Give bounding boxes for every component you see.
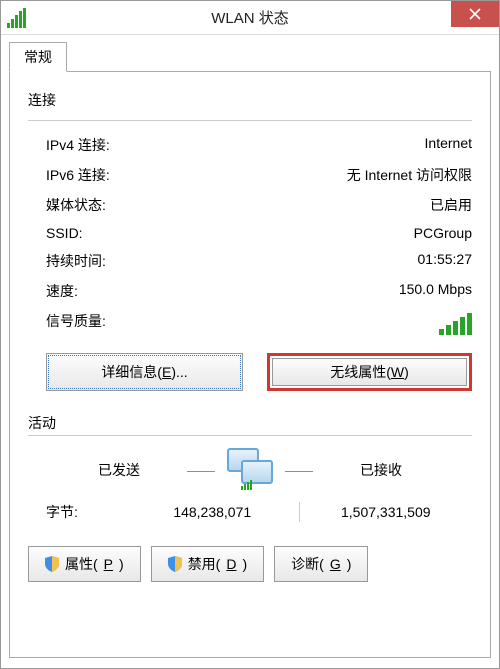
diagnose-button-key: G <box>330 556 341 572</box>
details-button-prefix: 详细信息( <box>101 362 162 382</box>
bytes-label: 字节: <box>46 502 126 522</box>
received-label: 已接收 <box>321 460 441 480</box>
row-ipv4: IPv4 连接: Internet <box>28 133 472 157</box>
wireless-button-prefix: 无线属性( <box>330 362 391 382</box>
disable-button-suffix: ) <box>242 556 247 572</box>
wireless-properties-button[interactable]: 无线属性(W) <box>272 358 467 386</box>
ipv6-label: IPv6 连接: <box>46 165 110 185</box>
sent-label: 已发送 <box>59 460 179 480</box>
diagnose-button-prefix: 诊断( <box>291 554 324 574</box>
bytes-row: 字节: 148,238,071 1,507,331,509 <box>28 498 472 526</box>
signal-label: 信号质量: <box>46 311 106 335</box>
signal-bars-icon <box>439 311 472 335</box>
tabstrip: 常规 <box>9 43 491 71</box>
disable-button[interactable]: 禁用( D) <box>151 546 264 582</box>
diagnose-button-suffix: ) <box>347 556 352 572</box>
details-button-key: E <box>162 364 171 380</box>
shield-icon <box>45 556 59 572</box>
row-signal: 信号质量: <box>28 309 472 337</box>
connection-buttons: 详细信息(E)... 无线属性(W) <box>46 353 472 391</box>
wireless-button-key: W <box>391 364 404 380</box>
media-label: 媒体状态: <box>46 195 106 215</box>
ipv6-value: 无 Internet 访问权限 <box>347 165 472 185</box>
duration-value: 01:55:27 <box>418 251 473 271</box>
activity-graphic: 已发送 —— —— 已接收 <box>28 442 472 498</box>
disable-button-key: D <box>226 556 236 572</box>
bytes-received-value: 1,507,331,509 <box>300 504 473 520</box>
divider <box>28 435 472 436</box>
properties-button-suffix: ) <box>119 556 124 572</box>
activity-section: 活动 已发送 —— —— <box>28 409 472 526</box>
properties-button-key: P <box>104 556 113 572</box>
wireless-button-suffix: ) <box>404 364 409 380</box>
highlight-box: 无线属性(W) <box>267 353 472 391</box>
network-monitors-icon <box>223 448 277 492</box>
close-button[interactable] <box>451 1 499 27</box>
speed-value: 150.0 Mbps <box>399 281 472 301</box>
details-button-suffix: )... <box>171 364 187 380</box>
tab-general[interactable]: 常规 <box>9 42 67 72</box>
ssid-value: PCGroup <box>414 225 472 241</box>
row-media: 媒体状态: 已启用 <box>28 193 472 217</box>
ipv4-value: Internet <box>425 135 472 155</box>
client-area: 常规 连接 IPv4 连接: Internet IPv6 连接: 无 Inter… <box>1 35 499 668</box>
dash-icon: —— <box>285 462 313 478</box>
connection-heading: 连接 <box>28 90 472 110</box>
wifi-icon <box>7 8 31 28</box>
divider <box>28 120 472 121</box>
bottom-buttons: 属性( P) 禁用( D) 诊断( G) <box>28 546 472 582</box>
window-title: WLAN 状态 <box>1 7 499 28</box>
tab-panel: 连接 IPv4 连接: Internet IPv6 连接: 无 Internet… <box>9 71 491 658</box>
row-ssid: SSID: PCGroup <box>28 223 472 243</box>
properties-button[interactable]: 属性( P) <box>28 546 141 582</box>
disable-button-prefix: 禁用( <box>188 554 221 574</box>
wlan-status-window: WLAN 状态 常规 连接 IPv4 连接: Internet IPv6 连接:… <box>0 0 500 669</box>
speed-label: 速度: <box>46 281 78 301</box>
ssid-label: SSID: <box>46 225 83 241</box>
row-ipv6: IPv6 连接: 无 Internet 访问权限 <box>28 163 472 187</box>
media-value: 已启用 <box>430 195 472 215</box>
dash-icon: —— <box>187 462 215 478</box>
details-button[interactable]: 详细信息(E)... <box>46 353 243 391</box>
titlebar: WLAN 状态 <box>1 1 499 35</box>
activity-heading: 活动 <box>28 413 472 433</box>
duration-label: 持续时间: <box>46 251 106 271</box>
diagnose-button[interactable]: 诊断( G) <box>274 546 368 582</box>
row-duration: 持续时间: 01:55:27 <box>28 249 472 273</box>
shield-icon <box>168 556 182 572</box>
ipv4-label: IPv4 连接: <box>46 135 110 155</box>
bytes-sent-value: 148,238,071 <box>126 504 299 520</box>
properties-button-prefix: 属性( <box>65 554 98 574</box>
close-icon <box>469 8 481 20</box>
row-speed: 速度: 150.0 Mbps <box>28 279 472 303</box>
